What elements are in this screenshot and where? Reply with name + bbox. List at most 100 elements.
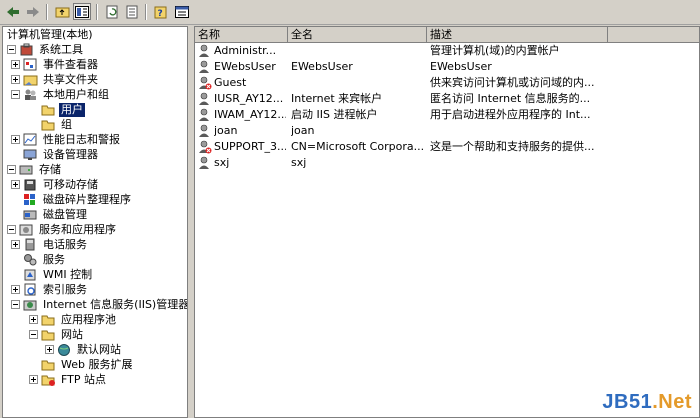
help-icon[interactable]: ? [152,3,170,20]
tree-label: Web 服务扩展 [61,357,133,371]
expand-toggle[interactable] [11,135,20,144]
iis-icon [23,300,37,311]
collapse-toggle[interactable] [7,45,16,54]
services-apps-icon [19,224,33,236]
tree-item-groups[interactable]: 组 [41,117,74,132]
tree-label: FTP 站点 [61,372,106,386]
cell-fullname: Internet 来宾帐户 [291,92,383,105]
tree-item-shared-folders[interactable]: 共享文件夹 [11,72,100,87]
tree-item-local-users-groups[interactable]: 本地用户和组 [11,87,111,102]
tree-item-disk-defrag[interactable]: 磁盘碎片整理程序 [23,192,133,207]
back-icon[interactable] [4,3,22,20]
collapse-toggle[interactable] [11,90,20,99]
tree-label: WMI 控制 [43,267,93,281]
column-header-name[interactable]: 名称 [195,27,288,43]
tree-item-indexing[interactable]: 索引服务 [11,282,89,297]
table-row[interactable]: sxj sxj [195,155,699,171]
tree-item-ftp-sites[interactable]: FTP 站点 [29,372,108,387]
tree-label: 存储 [39,162,61,176]
users-list[interactable]: 名称 全名 描述 Administr... 管理计算机(域)的内置帐户 EWebsU… [194,26,700,418]
collapse-toggle[interactable] [7,165,16,174]
tree-label: 性能日志和警报 [43,132,120,146]
show-hide-tree-icon[interactable] [73,3,91,20]
expand-toggle[interactable] [29,375,38,384]
console-tree[interactable]: 计算机管理(本地) 系统工具 事件查看器 共享文件夹 本地用户和组 用户 组 性… [2,26,188,418]
column-header-fullname[interactable]: 全名 [288,27,427,43]
tree-item-event-viewer[interactable]: 事件查看器 [11,57,100,72]
cell-fullname: joan [291,124,315,137]
tree-root-label: 计算机管理(本地) [7,27,93,41]
cell-name: EWebsUser [214,60,276,73]
tree-item-users[interactable]: 用户 [41,102,85,117]
tree-label: 应用程序池 [61,312,116,326]
tree-label: 系统工具 [39,42,83,56]
tree-item-default-site[interactable]: 默认网站 [45,342,123,357]
tree-item-device-manager[interactable]: 设备管理器 [23,147,100,162]
tree-label: 电话服务 [43,237,87,251]
table-row[interactable]: IUSR_AY12... Internet 来宾帐户 匿名访问 Internet 信… [195,91,699,107]
tree-label: 本地用户和组 [43,87,109,101]
column-header-description[interactable]: 描述 [427,27,608,43]
svg-text:?: ? [157,9,162,19]
table-row[interactable]: SUPPORT_3... CN=Microsoft Corpora... 这是一个帮… [195,139,699,155]
tree-item-web-ext[interactable]: Web 服务扩展 [41,357,134,372]
user-icon [199,156,209,169]
tree-item-disk-management[interactable]: 磁盘管理 [23,207,89,222]
cell-name: IUSR_AY12... [214,92,284,105]
table-row[interactable]: joan joan [195,123,699,139]
expand-toggle[interactable] [11,240,20,249]
expand-toggle[interactable] [11,180,20,189]
user-icon [199,44,209,57]
tree-label: 共享文件夹 [43,72,98,86]
cell-description: 这是一个帮助和支持服务的提供... [430,140,595,153]
indexing-icon [24,283,36,296]
collapse-toggle[interactable] [29,330,38,339]
tree-item-system-tools[interactable]: 系统工具 [7,42,85,57]
up-folder-icon[interactable] [53,3,71,20]
expand-toggle[interactable] [45,345,54,354]
cell-name: joan [214,124,238,137]
tree-label: 事件查看器 [43,57,98,71]
toolbar: ? [0,0,700,25]
tree-item-iis[interactable]: Internet 信息服务(IIS)管理器 [11,297,187,312]
table-row[interactable]: EWebsUser EWebsUser EWebsUser [195,59,699,75]
tree-label: 默认网站 [77,342,121,356]
tree-item-storage[interactable]: 存储 [7,162,63,177]
expand-toggle[interactable] [29,315,38,324]
table-row[interactable]: Administr... 管理计算机(域)的内置帐户 [195,43,699,59]
tree-label: 服务和应用程序 [39,222,116,236]
user-icon [199,124,209,137]
forward-icon[interactable] [24,3,42,20]
tree-label: 服务 [43,252,65,266]
refresh-icon[interactable] [103,3,121,20]
properties-icon[interactable] [173,3,191,20]
table-row[interactable]: Guest 供来宾访问计算机或访问域的内... [195,75,699,91]
cell-description: 用于启动进程外应用程序的 Int... [430,108,591,121]
expand-toggle[interactable] [11,60,20,69]
folder-icon [41,120,55,131]
cell-description: 匿名访问 Internet 信息服务的... [430,92,591,105]
disk-management-icon [23,210,37,220]
tree-item-removable-storage[interactable]: 可移动存储 [11,177,100,192]
tree-item-services-apps[interactable]: 服务和应用程序 [7,222,118,237]
tree-item-telephony[interactable]: 电话服务 [11,237,89,252]
table-row[interactable]: IWAM_AY12... 启动 IIS 进程帐户 用于启动进程外应用程序的 Int.… [195,107,699,123]
wmi-icon [24,269,36,281]
disabled-user-icon [199,140,212,154]
tree-item-root[interactable]: 计算机管理(本地) [5,27,95,42]
expand-toggle[interactable] [11,285,20,294]
tree-item-services[interactable]: 服务 [23,252,67,267]
tree-item-app-pools[interactable]: 应用程序池 [29,312,118,327]
expand-toggle[interactable] [11,75,20,84]
tree-item-websites[interactable]: 网站 [29,327,85,342]
export-list-icon[interactable] [123,3,141,20]
storage-icon [19,165,33,175]
tree-item-wmi[interactable]: WMI 控制 [23,267,94,282]
collapse-toggle[interactable] [11,300,20,309]
user-icon [199,92,209,105]
user-icon [199,108,209,121]
tree-item-perf-logs[interactable]: 性能日志和警报 [11,132,122,147]
tree-label: 组 [61,117,72,131]
collapse-toggle[interactable] [7,225,16,234]
tree-label: 索引服务 [43,282,87,296]
